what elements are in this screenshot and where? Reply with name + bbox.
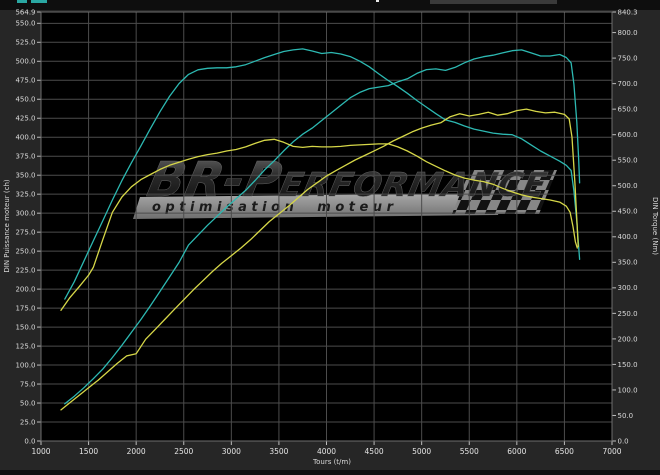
y-left-tick-label: 475.0 [15, 77, 35, 85]
y-right-tick-label: 200.0 [618, 335, 638, 343]
y-right-tick-label: 750.0 [618, 55, 638, 63]
y-right-tick-label: 150.0 [618, 361, 638, 369]
x-tick-label: 6500 [555, 447, 574, 456]
y-left-tick-label: 225.0 [15, 267, 35, 275]
y-left-tick-label: 0.0 [24, 437, 35, 445]
x-tick-label: 1500 [79, 447, 98, 456]
cropped-toolbar-box [430, 0, 557, 4]
y-right-tick-label: 350.0 [618, 259, 638, 267]
y-left-tick-label: 250.0 [15, 248, 35, 256]
y-right-tick-label: 550.0 [618, 157, 638, 165]
x-tick-label: 2500 [174, 447, 193, 456]
y-left-tick-label: 375.0 [15, 153, 35, 161]
y-right-tick-label: 800.0 [618, 29, 638, 37]
y-left-tick-label: 150.0 [15, 323, 35, 331]
x-tick-label: 5000 [412, 447, 431, 456]
y-left-tick-label: 550.0 [15, 20, 35, 28]
y-left-tick-label: 75.0 [20, 380, 36, 388]
x-tick-label: 4500 [365, 447, 384, 456]
y-left-tick-label: 500.0 [15, 58, 35, 66]
y-right-tick-label: 0.0 [618, 437, 629, 445]
y-axis-left-title: DIN Puissance moteur (ch) [3, 179, 11, 273]
x-tick-label: 3000 [222, 447, 241, 456]
x-tick-label: 7000 [602, 447, 621, 456]
y-left-tick-label: 100.0 [15, 361, 35, 369]
y-right-tick-label: 650.0 [618, 106, 638, 114]
y-left-tick-label: 300.0 [15, 210, 35, 218]
x-tick-label: 5500 [460, 447, 479, 456]
y-left-tick-label: 25.0 [20, 418, 36, 426]
x-tick-label: 1000 [31, 447, 50, 456]
y-left-tick-label: 200.0 [15, 286, 35, 294]
y-right-tick-label: 450.0 [618, 208, 638, 216]
y-left-tick-label: 564.9 [15, 8, 35, 16]
y-left-tick-label: 425.0 [15, 115, 35, 123]
cropped-legend-fragment [31, 0, 47, 3]
y-right-tick-label: 400.0 [618, 233, 638, 241]
y-left-tick-label: 450.0 [15, 96, 35, 104]
y-left-tick-label: 125.0 [15, 342, 35, 350]
y-right-tick-label: 700.0 [618, 80, 638, 88]
cropped-title-dot [376, 0, 379, 2]
x-tick-label: 6000 [507, 447, 526, 456]
y-right-tick-label: 50.0 [618, 412, 634, 420]
top-strip [0, 0, 660, 10]
y-right-tick-label: 100.0 [618, 386, 638, 394]
y-left-tick-label: 400.0 [15, 134, 35, 142]
x-axis-title: Tours (t/m) [312, 458, 351, 466]
y-left-tick-label: 525.0 [15, 39, 35, 47]
dyno-screen: { "colors": { "background": "#262626", "… [0, 0, 660, 475]
y-right-tick-label: 300.0 [618, 284, 638, 292]
y-left-tick-label: 350.0 [15, 172, 35, 180]
x-tick-label: 2000 [127, 447, 146, 456]
y-right-tick-label: 250.0 [618, 310, 638, 318]
cropped-legend-fragment [17, 0, 27, 3]
y-axis-right-title: DIN Torque (Nm) [651, 197, 659, 255]
y-right-tick-label: 600.0 [618, 131, 638, 139]
y-left-tick-label: 325.0 [15, 191, 35, 199]
y-right-tick-label: 840.3 [618, 8, 638, 16]
dyno-chart: BR-PERFORMANCE optimisation moteur 564.9… [0, 0, 660, 475]
y-left-tick-label: 50.0 [20, 399, 36, 407]
y-left-tick-label: 175.0 [15, 305, 35, 313]
x-tick-label: 3500 [269, 447, 288, 456]
y-left-tick-label: 275.0 [15, 229, 35, 237]
y-right-tick-label: 500.0 [618, 182, 638, 190]
bottom-strip [0, 470, 660, 475]
x-tick-label: 4000 [317, 447, 336, 456]
